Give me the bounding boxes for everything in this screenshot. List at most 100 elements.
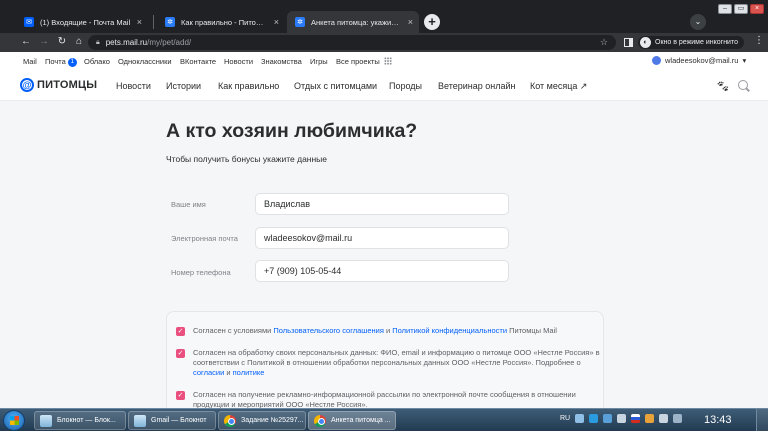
browser-tabstrip: ✉ (1) Входящие - Почта Mail × ✲ Как прав…	[0, 0, 768, 33]
incognito-label: Окно в режиме инкогнито	[655, 39, 738, 46]
tab-search-chevron-icon[interactable]: ⌄	[690, 14, 706, 30]
portal-bar: Mail Почта 1 Облако Одноклассники ВКонтак…	[0, 52, 768, 70]
consent-terms-checkbox[interactable]: ✓	[176, 327, 185, 336]
email-label: Электронная почта	[171, 234, 238, 243]
consent-text-part: и	[383, 326, 393, 335]
tab-pet-form[interactable]: ✲ Анкета питомца: укажите имя, ... ×	[287, 11, 419, 33]
home-icon[interactable]: ⌂	[72, 35, 86, 49]
pets-paw-icon: ✲	[165, 17, 175, 27]
name-label: Ваше имя	[171, 200, 206, 209]
forward-arrow-icon[interactable]: →	[37, 35, 51, 49]
close-window-icon[interactable]: ×	[750, 4, 764, 14]
page-title: А кто хозяин любимчика?	[166, 120, 418, 142]
portal-link-vk[interactable]: ВКонтакте	[180, 57, 216, 66]
russian-flag-icon[interactable]	[631, 414, 641, 423]
new-tab-button[interactable]: +	[424, 14, 440, 30]
consent-text-part: Согласен с условиями	[193, 326, 274, 335]
mail-envelope-icon: ✉	[24, 17, 34, 27]
portal-link-dating[interactable]: Знакомства	[261, 57, 302, 66]
portal-link-ok[interactable]: Одноклассники	[118, 57, 172, 66]
search-icon[interactable]	[738, 80, 748, 90]
taskbar-notepad-2[interactable]: Gmail — Блокнот	[128, 411, 216, 430]
consent-newsletter: ✓ Согласен на получение рекламно-информа…	[176, 390, 603, 408]
tray-app-icon[interactable]	[617, 414, 627, 423]
nav-cat-of-month[interactable]: Кот месяца ↗	[530, 81, 587, 92]
tab-label: (1) Входящие - Почта Mail	[40, 17, 131, 27]
network-icon[interactable]	[603, 414, 613, 423]
tab-close-icon[interactable]: ×	[137, 17, 142, 27]
logo-text: ПИТОМЦЫ	[37, 79, 98, 91]
skype-icon[interactable]	[589, 414, 599, 423]
incognito-indicator[interactable]: ◐ Окно в режиме инкогнито	[638, 36, 744, 49]
tray-app-icon[interactable]	[645, 414, 655, 423]
portal-link-mail[interactable]: Mail	[23, 57, 37, 66]
taskbar-notepad-1[interactable]: Блокнот — Блок...	[34, 411, 126, 430]
phone-input[interactable]	[255, 260, 509, 282]
keyboard-icon[interactable]	[575, 414, 585, 423]
pets-paw-icon: ✲	[295, 17, 305, 27]
consent-newsletter-checkbox[interactable]: ✓	[176, 391, 185, 400]
nav-vet-online[interactable]: Ветеринар онлайн	[438, 81, 515, 91]
tab-pets-howto[interactable]: ✲ Как правильно - Питомцы Mail ×	[157, 11, 285, 33]
tab-label: Анкета питомца: укажите имя, ...	[311, 17, 402, 27]
nav-stories[interactable]: Истории	[166, 81, 201, 91]
site-logo[interactable]: @ ПИТОМЦЫ	[20, 78, 97, 92]
caret-down-icon: ▾	[742, 56, 747, 65]
back-arrow-icon[interactable]: ←	[19, 35, 33, 49]
restore-icon[interactable]: ▭	[734, 4, 748, 14]
tab-close-icon[interactable]: ×	[274, 17, 279, 27]
consent-terms-text: Согласен с условиями Пользовательского с…	[193, 326, 603, 336]
window-controls: – ▭ ×	[718, 4, 764, 14]
nav-vacation-with-pets[interactable]: Отдых с питомцами	[294, 81, 377, 91]
system-tray: RU	[560, 414, 683, 423]
address-bar[interactable]: 🔒︎ pets.mail.ru /my/pet/add/ ☆	[88, 35, 616, 50]
portal-link-cloud[interactable]: Облако	[84, 57, 110, 66]
windows-taskbar: Блокнот — Блок... Gmail — Блокнот Задани…	[0, 408, 768, 431]
policy-link[interactable]: политике	[233, 368, 265, 377]
consent-personal-data-text: Согласен на обработку своих персональных…	[193, 348, 603, 378]
taskbar-button-label: Задание №25297...	[241, 417, 304, 424]
taskbar-chrome-1[interactable]: Задание №25297...	[218, 411, 306, 430]
minimize-icon[interactable]: –	[718, 4, 732, 14]
portal-link-news[interactable]: Новости	[224, 57, 253, 66]
portal-link-pochta[interactable]: Почта 1	[45, 57, 77, 67]
mail-at-logo-icon: @	[20, 78, 34, 92]
apps-grid-icon[interactable]	[384, 57, 392, 65]
url-host: pets.mail.ru	[105, 38, 148, 47]
taskbar-button-label: Блокнот — Блок...	[57, 417, 116, 424]
tab-divider	[153, 15, 154, 29]
portal-link-games[interactable]: Игры	[310, 57, 328, 66]
privacy-policy-link[interactable]: Политикой конфиденциальности	[392, 326, 507, 335]
battery-icon[interactable]	[673, 414, 683, 423]
email-input[interactable]	[255, 227, 509, 249]
consent-personal-data-checkbox[interactable]: ✓	[176, 349, 185, 358]
clock[interactable]: 13:43	[704, 414, 732, 426]
portal-link-label: Почта	[45, 57, 66, 66]
reload-icon[interactable]: ↻	[55, 35, 69, 49]
consent-link[interactable]: согласии	[193, 368, 224, 377]
nav-breeds[interactable]: Породы	[389, 81, 422, 91]
bookmark-star-icon[interactable]: ☆	[600, 37, 608, 48]
portal-link-all-projects[interactable]: Все проекты	[336, 57, 380, 66]
paw-icon[interactable]: 🐾︎	[716, 80, 730, 93]
nav-news[interactable]: Новости	[116, 81, 151, 91]
tab-label: Как правильно - Питомцы Mail	[181, 17, 268, 27]
start-button[interactable]	[3, 410, 25, 431]
nav-howto[interactable]: Как правильно	[218, 81, 279, 91]
show-desktop-button[interactable]	[756, 409, 768, 431]
tab-mail-inbox[interactable]: ✉ (1) Входящие - Почта Mail ×	[16, 11, 148, 33]
user-agreement-link[interactable]: Пользовательского соглашения	[273, 326, 384, 335]
tab-close-icon[interactable]: ×	[408, 17, 413, 27]
side-panel-icon[interactable]	[624, 38, 633, 47]
consent-newsletter-text: Согласен на получение рекламно-информаци…	[193, 390, 576, 408]
consent-text-part: Согласен на обработку своих персональных…	[193, 348, 600, 367]
volume-icon[interactable]	[659, 414, 669, 423]
account-menu[interactable]: wladeesokov@mail.ru ▾	[652, 56, 746, 65]
unread-badge: 1	[67, 57, 77, 67]
name-input[interactable]	[255, 193, 509, 215]
browser-menu-icon[interactable]: ⋮	[754, 35, 764, 46]
consent-terms: ✓ Согласен с условиями Пользовательского…	[176, 326, 603, 336]
url-path: /my/pet/add/	[147, 38, 192, 47]
language-indicator[interactable]: RU	[560, 415, 570, 422]
taskbar-chrome-2[interactable]: Анкета питомца ...	[308, 411, 396, 430]
